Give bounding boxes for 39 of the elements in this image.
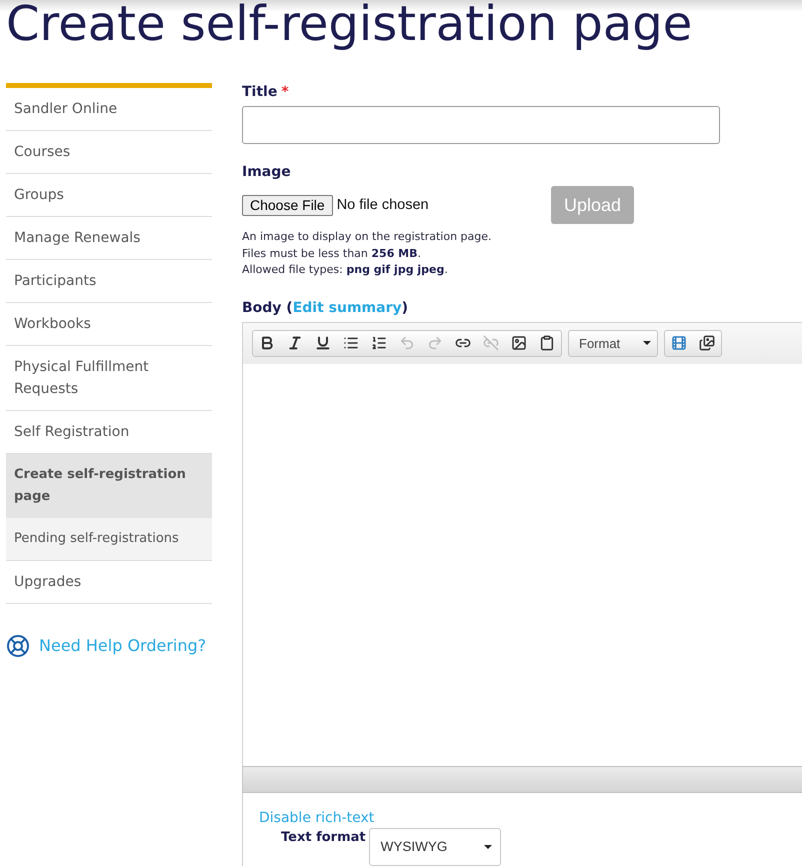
help-text: Allowed file types: png gif jpg jpeg. [242, 262, 449, 278]
clipboard-icon [539, 335, 555, 351]
filmstrip-icon [671, 335, 687, 351]
sidebar-item[interactable]: Manage Renewals [6, 217, 212, 260]
field-label: Text format [281, 828, 366, 846]
text-format-select[interactable]: WYSIWYG [368, 828, 501, 866]
field-label: Title [242, 83, 278, 101]
numbered-list-icon [371, 335, 387, 351]
choose-file-button[interactable]: Choose File [242, 194, 333, 216]
sidebar-item[interactable]: Sandler Online [6, 88, 212, 131]
sidebar-item[interactable]: Participants [6, 260, 212, 303]
italic-icon [287, 335, 303, 351]
undo-icon [399, 335, 415, 351]
sidebar-item[interactable]: Upgrades [6, 561, 212, 604]
underline-icon [315, 335, 331, 351]
file-status-text: No file chosen [336, 197, 429, 213]
sidebar-item[interactable]: Physical Fulfillment Requests [6, 346, 212, 411]
sidebar-subitem[interactable]: Pending self-registrations [6, 518, 212, 560]
field-label: Image [242, 163, 291, 181]
format-dropdown[interactable]: Format [568, 330, 658, 356]
title-field[interactable] [242, 106, 720, 144]
unlink-icon [483, 335, 499, 351]
image-icon [511, 335, 527, 351]
sidebar-item[interactable]: Courses [6, 131, 212, 174]
bulleted-list-icon [343, 335, 359, 351]
page-title: Create self-registration page [0, 0, 802, 48]
images-icon [699, 335, 715, 351]
field-label: Body (Edit summary) [242, 298, 408, 316]
redo-icon [427, 335, 443, 351]
help-text: An image to display on the registration page. [242, 229, 492, 245]
sidebar-item[interactable]: Groups [6, 174, 212, 217]
bold-icon [259, 335, 275, 351]
caret-icon [643, 341, 651, 345]
sidebar-item[interactable]: Workbooks [6, 303, 212, 346]
sidebar-subitem[interactable]: Create self-registration page [6, 454, 212, 518]
caret-icon [484, 844, 492, 848]
lifebuoy-icon [6, 634, 30, 658]
required-mark: * [281, 83, 289, 101]
help-text: Files must be less than 256 MB. [242, 246, 422, 262]
